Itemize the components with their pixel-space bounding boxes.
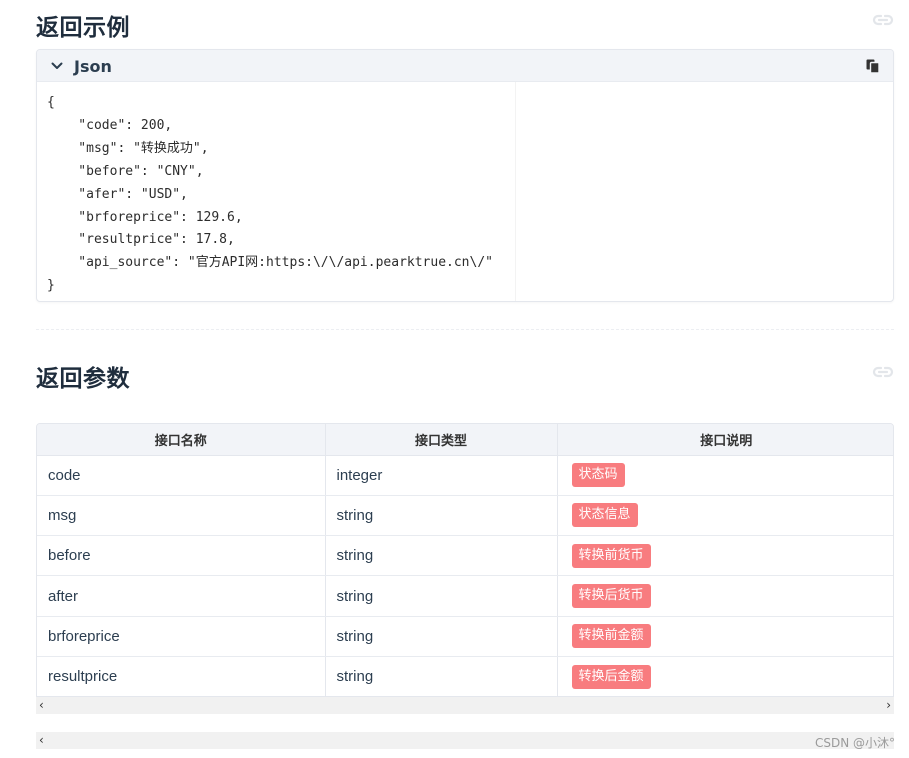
link-icon[interactable] bbox=[871, 12, 895, 28]
table-header-row: 接口名称 接口类型 接口说明 bbox=[37, 424, 893, 456]
param-desc-cell: 转换前货币 bbox=[557, 535, 893, 577]
param-name: msg bbox=[37, 495, 326, 537]
table-row: after string 转换后货币 bbox=[37, 575, 893, 617]
link-icon[interactable] bbox=[871, 364, 895, 380]
chevron-down-icon[interactable] bbox=[50, 59, 64, 73]
table-row: brforeprice string 转换前金额 bbox=[37, 616, 893, 657]
code-language-label: Json bbox=[74, 57, 112, 76]
params-table-container: 接口名称 接口类型 接口说明 code integer 状态码 msg stri… bbox=[36, 423, 894, 697]
param-type: string bbox=[325, 616, 558, 657]
scroll-right-arrow-icon[interactable]: › bbox=[886, 698, 891, 712]
param-desc-cell: 转换前金额 bbox=[557, 616, 893, 657]
param-name: before bbox=[37, 535, 326, 577]
param-name: code bbox=[37, 455, 326, 496]
csdn-watermark: CSDN @小沐° bbox=[815, 736, 896, 750]
param-desc-badge: 状态码 bbox=[571, 463, 625, 488]
param-type: string bbox=[325, 656, 558, 696]
param-desc-cell: 状态码 bbox=[557, 455, 893, 496]
param-type: string bbox=[325, 535, 558, 577]
param-desc-badge: 转换后金额 bbox=[571, 664, 651, 689]
params-section-title: 返回参数 bbox=[36, 366, 130, 392]
param-desc-cell: 状态信息 bbox=[557, 495, 893, 537]
table-row: resultprice string 转换后金额 bbox=[37, 656, 893, 696]
header-desc: 接口说明 bbox=[557, 424, 893, 456]
copy-icon[interactable] bbox=[865, 58, 881, 74]
header-name: 接口名称 bbox=[37, 424, 326, 456]
section-divider bbox=[36, 329, 894, 330]
param-desc-cell: 转换后金额 bbox=[557, 656, 893, 696]
example-section-title: 返回示例 bbox=[36, 15, 130, 41]
param-name: resultprice bbox=[37, 656, 326, 696]
json-code: { "code": 200, "msg": "转换成功", "before": … bbox=[47, 95, 493, 294]
param-type: string bbox=[325, 495, 558, 537]
param-desc-badge: 转换后货币 bbox=[571, 584, 651, 609]
param-desc-badge: 转换前货币 bbox=[571, 543, 651, 568]
table-horizontal-scrollbar[interactable]: ‹ › bbox=[36, 697, 894, 714]
param-desc-badge: 状态信息 bbox=[571, 503, 638, 528]
param-desc-cell: 转换后货币 bbox=[557, 575, 893, 617]
param-name: after bbox=[37, 575, 326, 617]
code-block-header[interactable]: Json bbox=[37, 50, 893, 82]
header-type: 接口类型 bbox=[325, 424, 558, 456]
param-type: string bbox=[325, 575, 558, 617]
code-divider bbox=[515, 82, 516, 301]
scroll-left-arrow-icon[interactable]: ‹ bbox=[39, 698, 44, 712]
scroll-left-arrow-icon[interactable]: ‹ bbox=[39, 733, 44, 747]
page-horizontal-scrollbar[interactable]: ‹ bbox=[36, 732, 894, 749]
param-name: brforeprice bbox=[37, 616, 326, 657]
code-block: Json { "code": 200, "msg": "转换成功", "befo… bbox=[36, 49, 894, 302]
code-body: { "code": 200, "msg": "转换成功", "before": … bbox=[37, 82, 893, 301]
table-row: before string 转换前货币 bbox=[37, 535, 893, 577]
param-desc-badge: 转换前金额 bbox=[571, 624, 651, 649]
table-row: code integer 状态码 bbox=[37, 455, 893, 496]
table-row: msg string 状态信息 bbox=[37, 495, 893, 537]
param-type: integer bbox=[325, 455, 558, 496]
params-table: 接口名称 接口类型 接口说明 code integer 状态码 msg stri… bbox=[37, 424, 893, 696]
